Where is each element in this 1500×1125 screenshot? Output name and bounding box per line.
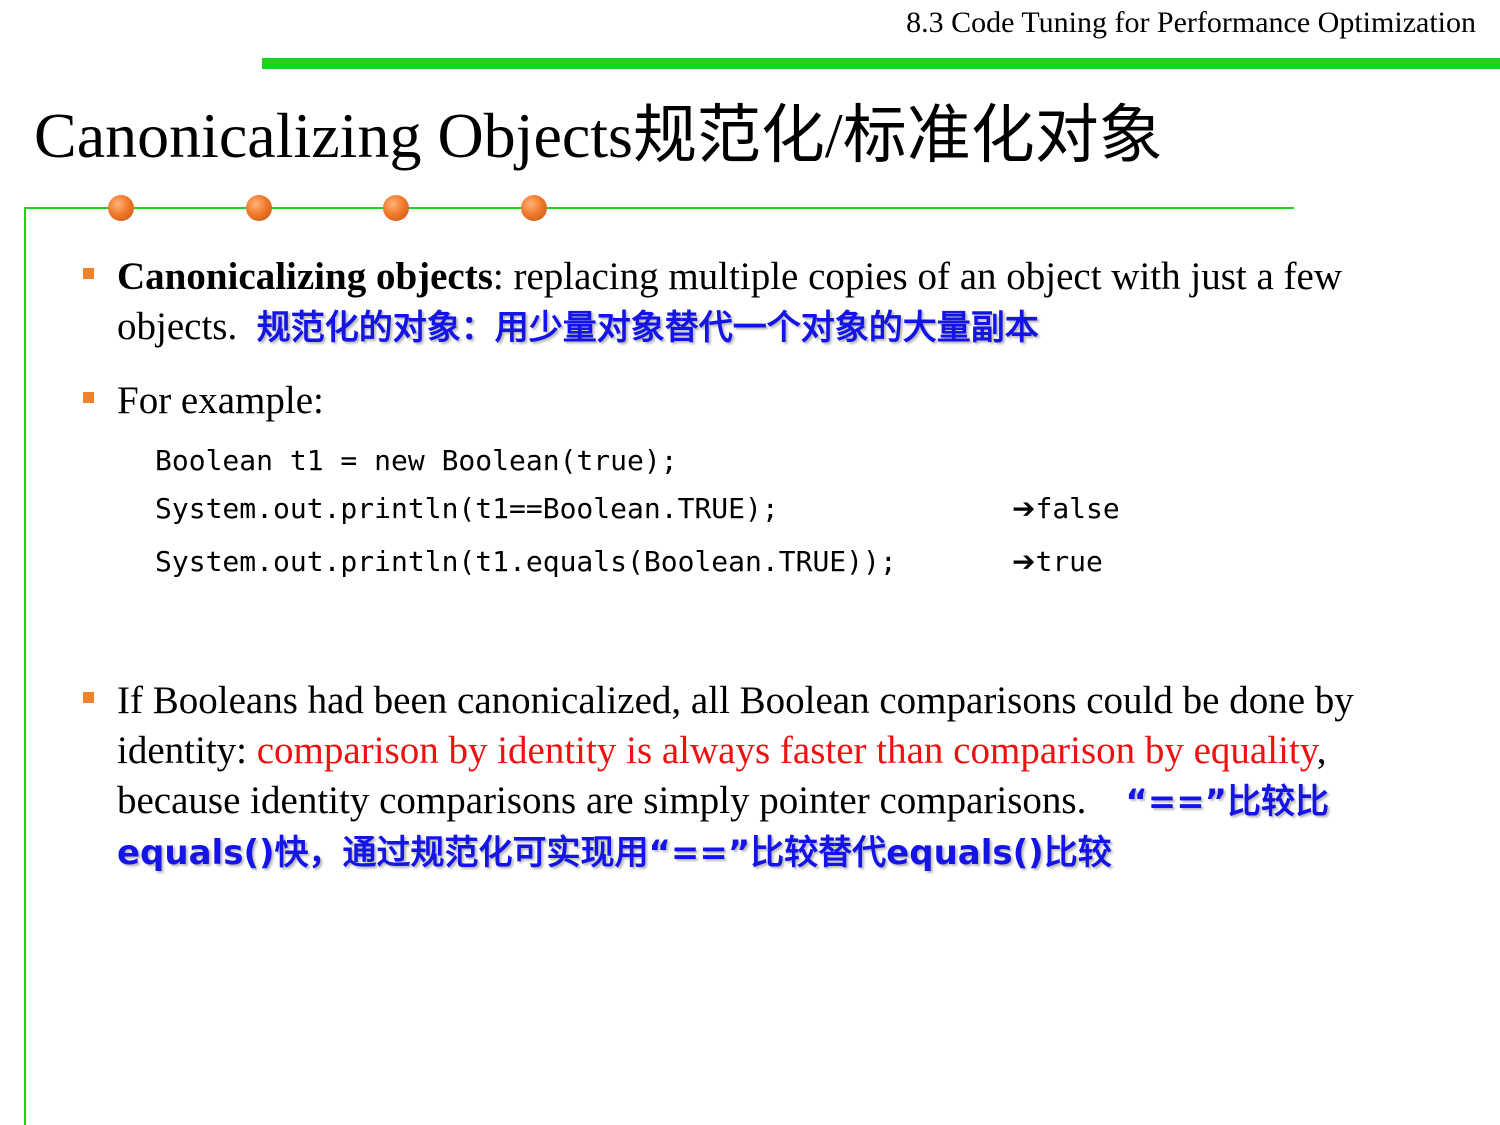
code-line: System.out.println(t1.equals(Boolean.TRU…	[155, 545, 897, 578]
bullet-canonicalizing-definition: Canonicalizing objects: replacing multip…	[83, 252, 1457, 353]
term-canonicalizing-objects: Canonicalizing objects	[117, 255, 493, 298]
slide-title: Canonicalizing Objects规范化/标准化对象	[34, 100, 1163, 171]
code-line: Boolean t1 = new Boolean(true);	[155, 444, 678, 477]
code-result: ➔true	[1012, 545, 1103, 578]
left-border-rule	[24, 207, 26, 1125]
title-divider	[24, 207, 1294, 209]
arrow-icon: ➔	[1012, 492, 1036, 525]
bullet-marker	[83, 268, 94, 279]
example-label: For example:	[117, 379, 324, 422]
decorative-dot	[521, 195, 547, 221]
decorative-dot	[108, 195, 134, 221]
arrow-icon: ➔	[1012, 545, 1036, 578]
code-result: ➔false	[1012, 492, 1120, 525]
result-true: true	[1035, 545, 1103, 578]
code-line: System.out.println(t1==Boolean.TRUE);	[155, 492, 779, 525]
decorative-dot	[246, 195, 272, 221]
bullet-for-example: For example:	[83, 376, 1457, 426]
header-rule	[262, 58, 1500, 69]
bullet-identity-comparison: If Booleans had been canonicalized, all …	[83, 676, 1427, 878]
bullet-marker	[83, 392, 94, 403]
identity-highlight: comparison by identity is always faster …	[256, 729, 1317, 772]
chinese-definition: 规范化的对象：用少量对象替代一个对象的大量副本	[256, 308, 1039, 348]
decorative-dot	[383, 195, 409, 221]
section-header: 8.3 Code Tuning for Performance Optimiza…	[906, 6, 1476, 39]
bullet-marker	[83, 692, 94, 703]
result-false: false	[1035, 492, 1120, 525]
